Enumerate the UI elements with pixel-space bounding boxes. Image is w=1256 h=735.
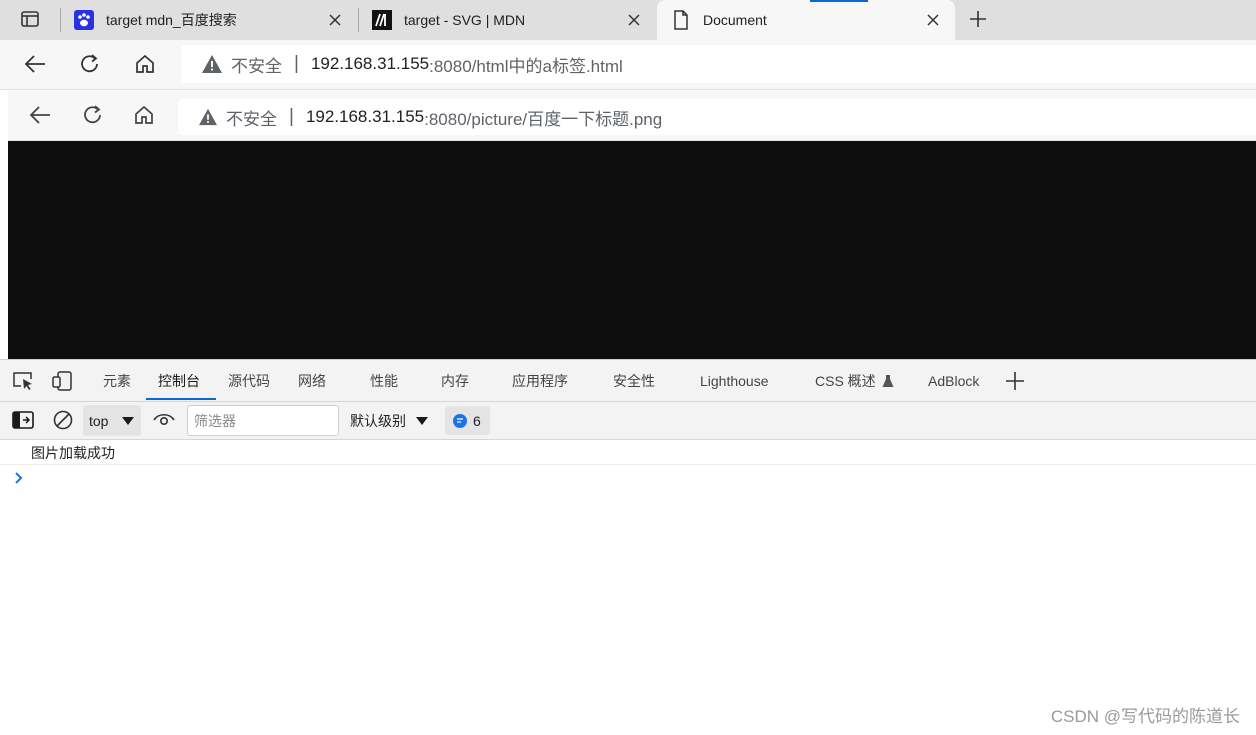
tab-css-overview-label: CSS 概述: [815, 373, 876, 389]
page-image-toolbar: 不安全 | 192.168.31.155:8080/picture/百度一下标题…: [8, 91, 1256, 141]
tab-network[interactable]: 网络: [298, 360, 326, 402]
log-text: 图片加载成功: [31, 444, 115, 461]
tab-console[interactable]: 控制台: [158, 360, 200, 402]
plus-icon: [969, 10, 987, 31]
tab-memory[interactable]: 内存: [441, 360, 469, 402]
devtools-tab-bar: 元素 控制台 源代码 网络 性能 内存 应用程序 安全性 Lighthouse …: [0, 359, 1256, 402]
inspect-cursor-icon: [12, 371, 34, 394]
page-home-button: [126, 98, 162, 134]
tab-title: Document: [703, 12, 767, 28]
baidu-paw-icon: [74, 10, 94, 30]
page-refresh-button: [75, 98, 111, 134]
back-button[interactable]: [17, 47, 53, 83]
refresh-icon: [82, 104, 104, 129]
plus-icon: [1005, 371, 1025, 394]
caret-down-icon: [416, 416, 428, 425]
security-label: 不安全: [226, 109, 277, 129]
more-tools-button[interactable]: [1003, 370, 1027, 394]
page-back-button: [22, 98, 58, 134]
tab-baidu-search[interactable]: target mdn_百度搜索: [60, 0, 357, 40]
live-expression-button[interactable]: [152, 409, 176, 433]
active-tab-underline: [146, 398, 216, 400]
clear-console-button[interactable]: [51, 409, 75, 433]
tab-actions-icon: [20, 9, 40, 32]
device-emulation-button[interactable]: [50, 370, 74, 394]
tab-document[interactable]: Document: [657, 0, 955, 40]
close-tab-icon[interactable]: [325, 10, 345, 30]
url-path: :8080/picture/百度一下标题.png: [424, 109, 663, 129]
tab-elements[interactable]: 元素: [103, 360, 131, 402]
message-count-badge[interactable]: 6: [445, 406, 490, 435]
eye-icon: [153, 412, 175, 431]
tab-lighthouse[interactable]: Lighthouse: [700, 360, 769, 402]
address-separator: |: [294, 53, 299, 74]
home-icon: [134, 53, 156, 78]
block-icon: [53, 410, 73, 433]
security-label[interactable]: 不安全: [231, 52, 282, 77]
console-log-message: 图片加载成功: [0, 441, 1256, 465]
tab-css-overview[interactable]: CSS 概述: [815, 360, 894, 402]
console-prompt[interactable]: [14, 471, 26, 485]
sidebar-toggle-icon: [12, 410, 34, 432]
warning-triangle-icon[interactable]: [201, 54, 223, 74]
close-tab-icon[interactable]: [624, 10, 644, 30]
warning-triangle-icon: [198, 108, 218, 126]
page-address-bar: 不安全 | 192.168.31.155:8080/picture/百度一下标题…: [178, 99, 1256, 135]
address-separator: |: [289, 106, 294, 127]
refresh-button[interactable]: [72, 47, 108, 83]
chevron-right-icon: [14, 472, 24, 488]
log-level-value: 默认级别: [350, 412, 406, 429]
csdn-watermark: CSDN @写代码的陈道长: [1050, 707, 1240, 726]
tab-security[interactable]: 安全性: [613, 360, 655, 402]
tab-actions-button[interactable]: [8, 6, 52, 34]
url-host: 192.168.31.155: [310, 54, 430, 73]
home-icon: [133, 104, 155, 129]
arrow-left-icon: [29, 105, 51, 128]
home-button[interactable]: [127, 47, 163, 83]
message-count: 6: [473, 412, 481, 429]
flask-icon: [882, 374, 894, 388]
refresh-icon: [79, 53, 101, 78]
tab-mdn-svg[interactable]: target - SVG | MDN: [358, 0, 656, 40]
browser-toolbar: 不安全 | 192.168.31.155:8080/html中的a标签.html: [0, 40, 1256, 90]
address-bar[interactable]: 不安全 | 192.168.31.155:8080/html中的a标签.html: [181, 45, 1256, 83]
message-bubble-icon: [453, 413, 467, 428]
console-filter-input[interactable]: [187, 405, 339, 436]
console-toolbar: top 默认级别 6: [0, 402, 1256, 440]
tab-title: target - SVG | MDN: [404, 12, 526, 28]
document-icon: [671, 10, 691, 30]
console-sidebar-toggle[interactable]: [11, 409, 35, 433]
context-value: top: [89, 412, 109, 429]
url-host: 192.168.31.155: [305, 107, 425, 126]
console-output: 图片加载成功: [0, 441, 1256, 735]
tab-title: target mdn_百度搜索: [106, 12, 237, 28]
device-icon: [51, 370, 73, 394]
tab-application[interactable]: 应用程序: [512, 360, 568, 402]
log-level-selector[interactable]: 默认级别: [350, 405, 428, 436]
page-black-image: [8, 141, 1256, 359]
close-tab-icon[interactable]: [923, 10, 943, 30]
arrow-left-icon: [24, 54, 46, 77]
mdn-logo-icon: [372, 10, 392, 30]
inspect-element-button[interactable]: [11, 370, 35, 394]
new-tab-button[interactable]: [962, 6, 994, 34]
tab-performance[interactable]: 性能: [370, 360, 398, 402]
context-selector[interactable]: top: [83, 405, 141, 436]
url-path: :8080/html中的a标签.html: [429, 56, 623, 76]
tab-sources[interactable]: 源代码: [228, 360, 270, 402]
browser-tab-strip: target mdn_百度搜索 target - SVG | MDN Docum…: [0, 0, 1256, 40]
tab-adblock[interactable]: AdBlock: [928, 360, 979, 402]
caret-down-icon: [122, 417, 134, 425]
loading-indicator: [810, 0, 868, 2]
